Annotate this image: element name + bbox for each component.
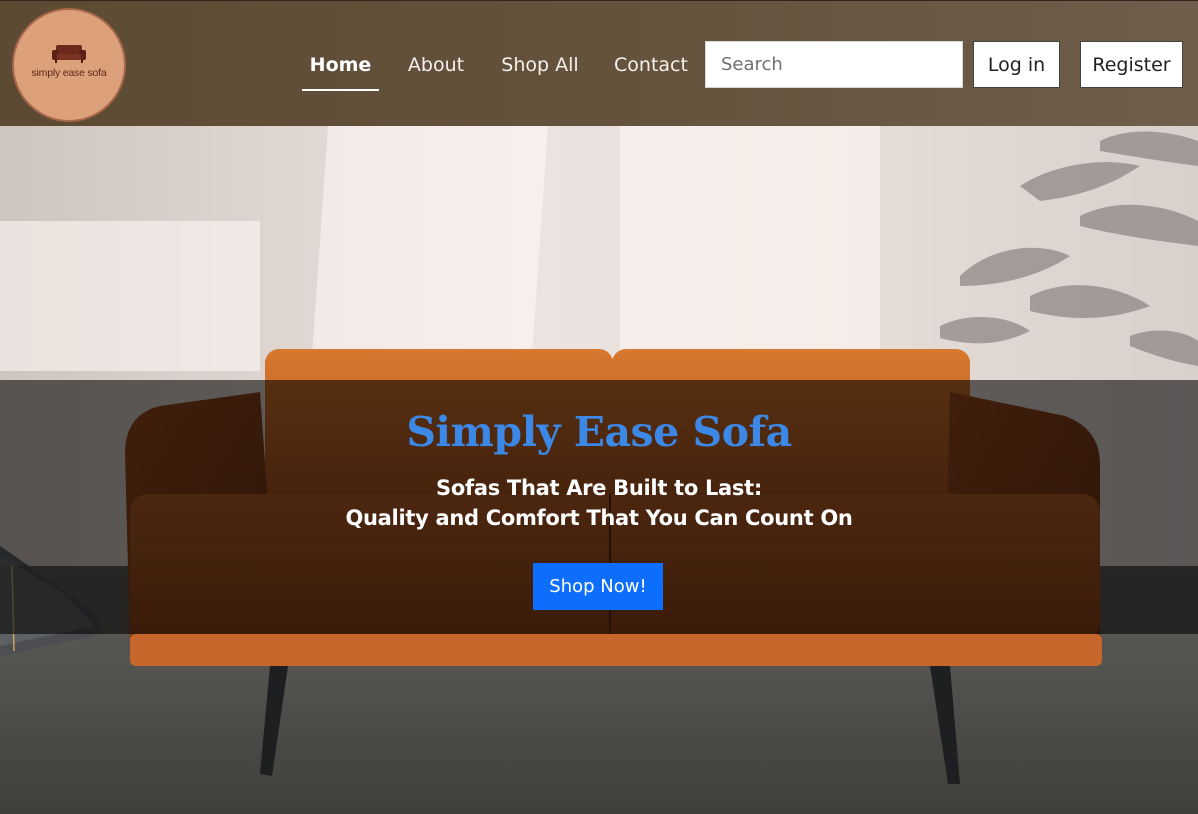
nav-contact[interactable]: Contact <box>608 39 694 91</box>
nav-home[interactable]: Home <box>302 39 379 91</box>
search-input[interactable] <box>705 41 963 88</box>
brand-logo[interactable]: simply ease sofa <box>12 8 126 122</box>
shop-now-button[interactable]: Shop Now! <box>533 563 663 610</box>
sofa-icon <box>52 44 86 63</box>
login-button[interactable]: Log in <box>973 41 1060 88</box>
site-header: simply ease sofa Home About Shop All Con… <box>0 0 1198 126</box>
register-button[interactable]: Register <box>1080 41 1183 88</box>
hero-title: Simply Ease Sofa <box>406 408 792 456</box>
nav-about[interactable]: About <box>400 39 472 91</box>
hero-subtitle-line2: Quality and Comfort That You Can Count O… <box>345 506 853 530</box>
brand-logo-text: simply ease sofa <box>31 66 107 79</box>
nav-shop-all[interactable]: Shop All <box>494 39 586 91</box>
hero-section: Simply Ease Sofa Sofas That Are Built to… <box>0 126 1198 814</box>
hero-subtitle-line1: Sofas That Are Built to Last: <box>436 476 762 500</box>
